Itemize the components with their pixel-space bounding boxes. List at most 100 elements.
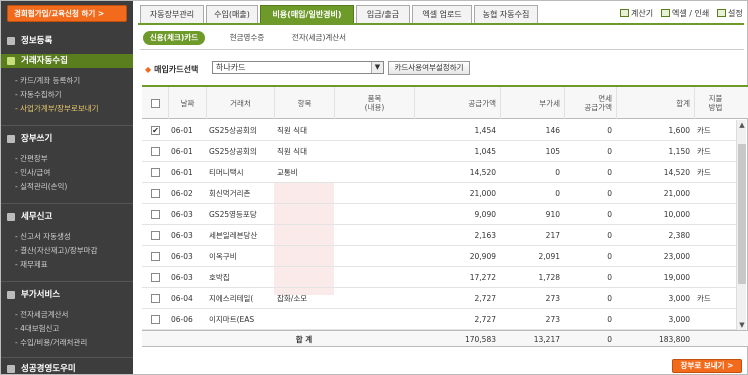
cell-item[interactable] xyxy=(274,309,334,330)
sidebar-section-info[interactable]: 정보등록 xyxy=(1,34,133,48)
table-row[interactable]: 06-01 티머니택시 교통비 14,520 0 0 14,520 카드 xyxy=(142,162,736,183)
sidebar-section-tax[interactable]: 세무신고 xyxy=(1,210,133,224)
sidebar-section-collect[interactable]: 거래자동수집 xyxy=(1,54,133,68)
scroll-up-icon[interactable]: ▲ xyxy=(737,120,747,130)
table-scrollbar[interactable]: ▲ ▼ xyxy=(736,120,746,330)
row-checkbox[interactable] xyxy=(151,210,160,219)
calculator-link[interactable]: 계산기 xyxy=(620,8,653,19)
table-row[interactable]: 06-06 이지마트(EAS 2,727 273 0 3,000 xyxy=(142,309,736,330)
cell-pay[interactable]: 카드 xyxy=(694,162,736,183)
sidebar-item-tax-form[interactable]: - 신고서 자동생성 xyxy=(15,231,71,242)
row-checkbox[interactable] xyxy=(151,147,160,156)
row-checkbox[interactable] xyxy=(151,273,160,282)
header-item[interactable]: 항목 xyxy=(274,87,334,119)
row-checkbox[interactable] xyxy=(151,168,160,177)
subtab-credit-card[interactable]: 신용(체크)카드 xyxy=(143,31,205,45)
cell-item[interactable] xyxy=(274,267,334,288)
sidebar-item-vendor[interactable]: - 수입/비용/거래처관리 xyxy=(15,337,87,348)
cell-vat: 146 xyxy=(545,126,560,135)
cell-date: 06-03 xyxy=(171,231,193,240)
cell-exempt: 0 xyxy=(607,147,612,156)
sidebar-section-extra[interactable]: 부가서비스 xyxy=(1,288,133,302)
cell-pay[interactable]: 카드 xyxy=(694,288,736,309)
select-all-checkbox[interactable] xyxy=(150,98,160,108)
cell-item[interactable]: 잡화/소모 xyxy=(274,288,334,309)
cell-item[interactable] xyxy=(274,225,334,246)
cell-item[interactable] xyxy=(274,183,334,204)
sidebar-item-simple-book[interactable]: - 간편장부 xyxy=(15,153,48,164)
cell-supply: 20,909 xyxy=(469,252,496,261)
sidebar-section-book[interactable]: 장부쓰기 xyxy=(1,132,133,146)
table-row[interactable]: 06-03 호박집 17,272 1,728 0 19,000 xyxy=(142,267,736,288)
cell-pay[interactable]: 카드 xyxy=(694,141,736,162)
section-icon xyxy=(7,57,15,65)
tab-expense[interactable]: 비용(매입/일반경비) xyxy=(260,5,354,23)
sidebar-item-performance[interactable]: - 실적관리(손익) xyxy=(15,181,67,192)
sidebar-section-helper[interactable]: 성공경영도우미 xyxy=(1,362,133,374)
tab-excel-upload[interactable]: 엑셀 업로드 xyxy=(412,5,472,23)
tab-auto-book[interactable]: 자동장부관리 xyxy=(140,5,204,23)
sidebar: 경희협가입/교육신청 하기 > 정보등록 거래자동수집 - 카드/계좌 등록하기… xyxy=(1,1,133,374)
tab-nh-collect[interactable]: 농협 자동수집 xyxy=(474,5,538,23)
card-select[interactable]: 하나카드 ▼ xyxy=(212,61,384,74)
cell-pay[interactable] xyxy=(694,204,736,225)
chevron-down-icon[interactable]: ▼ xyxy=(371,62,383,73)
cell-pay[interactable] xyxy=(694,225,736,246)
sidebar-item-auto-collect[interactable]: - 자동수집하기 xyxy=(15,89,62,100)
subtab-e-invoice[interactable]: 전자(세금)계산서 xyxy=(284,31,354,45)
row-checkbox-checked[interactable]: ✔ xyxy=(151,126,160,135)
table-row[interactable]: 06-03 GS25영등포당 9,090 910 0 10,000 xyxy=(142,204,736,225)
header-supply[interactable]: 공급가액 xyxy=(414,87,500,119)
table-row[interactable]: 06-04 지에스리테일(잡화/소모 2,727 273 0 3,000 카드 xyxy=(142,288,736,309)
excel-print-link[interactable]: 엑셀 / 인쇄 xyxy=(661,8,709,19)
scroll-down-icon[interactable]: ▼ xyxy=(737,320,747,330)
header-exempt[interactable]: 면세 공급가액 xyxy=(564,87,616,119)
table-row[interactable]: 06-03 이옥구비 20,909 2,091 0 23,000 xyxy=(142,246,736,267)
cell-pay[interactable] xyxy=(694,183,736,204)
header-vat[interactable]: 부가세 xyxy=(500,87,564,119)
cell-item[interactable]: 직원 식대 xyxy=(274,120,334,141)
row-checkbox[interactable] xyxy=(151,315,160,324)
cell-item[interactable]: 직원 식대 xyxy=(274,141,334,162)
sidebar-divider xyxy=(1,203,133,204)
sidebar-item-financial[interactable]: - 재무제표 xyxy=(15,259,48,270)
tab-income[interactable]: 수입(매출) xyxy=(206,5,258,23)
row-checkbox[interactable] xyxy=(151,189,160,198)
header-total[interactable]: 합계 xyxy=(616,87,694,119)
scroll-thumb[interactable] xyxy=(738,144,746,284)
header-date[interactable]: 날짜 xyxy=(168,87,206,119)
cell-pay[interactable] xyxy=(694,309,736,330)
sidebar-item-e-invoice[interactable]: - 전자세금계산서 xyxy=(15,309,68,320)
send-to-book-button[interactable]: 장부로 보내기 > xyxy=(672,359,742,373)
cell-pay[interactable] xyxy=(694,267,736,288)
cell-exempt: 0 xyxy=(607,231,612,240)
cell-exempt: 0 xyxy=(607,315,612,324)
cell-date: 06-03 xyxy=(171,210,193,219)
row-checkbox[interactable] xyxy=(151,294,160,303)
subtab-cash-receipt[interactable]: 현금영수증 xyxy=(218,31,276,45)
cell-pay[interactable]: 카드 xyxy=(694,120,736,141)
cell-item[interactable] xyxy=(274,204,334,225)
header-vendor[interactable]: 거래처 xyxy=(206,87,274,119)
promo-button[interactable]: 경희협가입/교육신청 하기 > xyxy=(7,5,127,22)
table-row[interactable]: 06-02 회신먹거리촌 21,000 0 0 21,000 xyxy=(142,183,736,204)
cell-item[interactable] xyxy=(274,246,334,267)
cell-pay[interactable] xyxy=(694,246,736,267)
tab-deposit[interactable]: 입금/출금 xyxy=(356,5,410,23)
sidebar-item-send-to-book[interactable]: - 사업가계부/장부로보내기 xyxy=(15,103,99,114)
table-row[interactable]: ✔ 06-01 GS25상공회의 직원 식대 1,454 146 0 1,600 카드 xyxy=(142,120,736,141)
sidebar-item-payroll[interactable]: - 인사/급여 xyxy=(15,167,50,178)
table-row[interactable]: 06-03 세븐일레븐당산 2,163 217 0 2,380 xyxy=(142,225,736,246)
settings-link[interactable]: 설정 xyxy=(717,8,743,19)
header-product[interactable]: 품목 (내용) xyxy=(334,87,414,119)
card-usage-setting-button[interactable]: 카드사용여부설정하기 xyxy=(388,61,470,75)
cell-item[interactable]: 교통비 xyxy=(274,162,334,183)
table-row[interactable]: 06-01 GS25상공회의 직원 식대 1,045 105 0 1,150 카드 xyxy=(142,141,736,162)
row-checkbox[interactable] xyxy=(151,252,160,261)
sidebar-item-settlement[interactable]: - 결산(자산재고)/장부마감 xyxy=(15,245,97,256)
sidebar-item-insurance[interactable]: - 4대보험신고 xyxy=(15,323,59,334)
cell-exempt: 0 xyxy=(607,168,612,177)
row-checkbox[interactable] xyxy=(151,231,160,240)
sidebar-item-card-register[interactable]: - 카드/계좌 등록하기 xyxy=(15,75,80,86)
header-pay[interactable]: 지불 방법 xyxy=(694,87,736,119)
